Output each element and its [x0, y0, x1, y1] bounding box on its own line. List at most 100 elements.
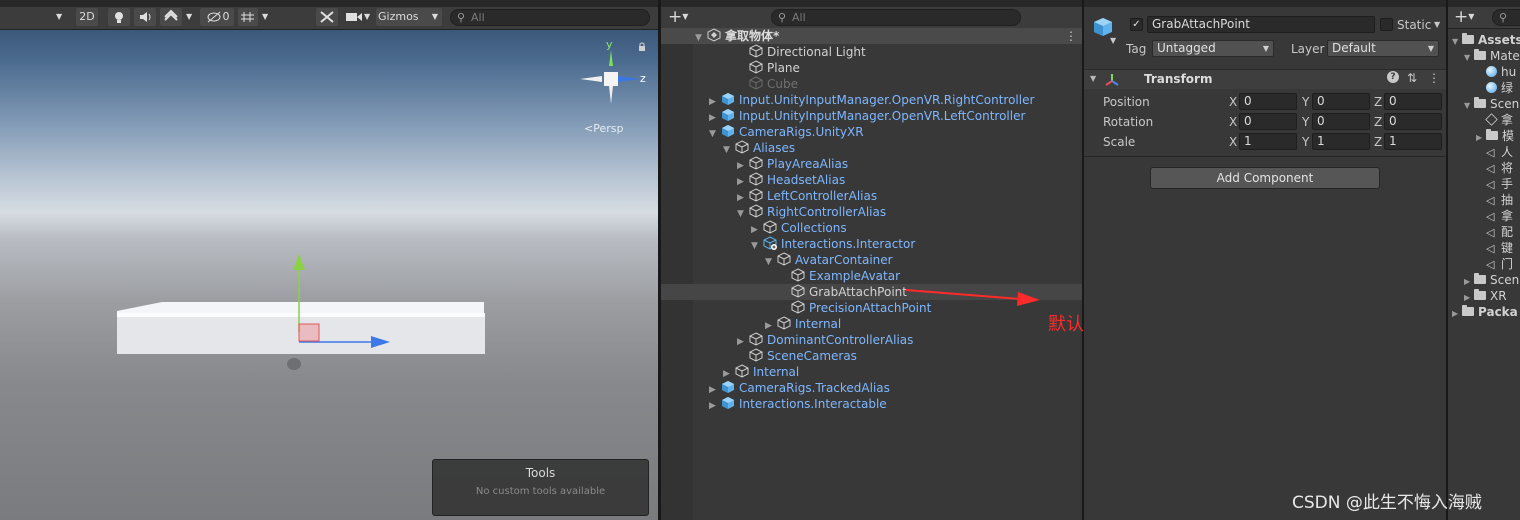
- expand-arrow-icon[interactable]: ▼: [695, 30, 707, 46]
- project-item[interactable]: 拿: [1476, 112, 1513, 128]
- hierarchy-row[interactable]: ▶ Input.UnityInputManager.OpenVR.RightCon…: [709, 92, 1034, 108]
- expand-arrow-down-icon[interactable]: ▼: [709, 126, 721, 142]
- scene-canvas[interactable]: [0, 30, 658, 520]
- gizmo-plane-handle[interactable]: [298, 323, 320, 342]
- layer-dropdown[interactable]: Default ▼: [1327, 40, 1439, 57]
- expand-arrow-down-icon[interactable]: ▼: [751, 238, 763, 254]
- hierarchy-row[interactable]: ▼ CameraRigs.UnityXR: [709, 124, 864, 140]
- effects-caret-icon[interactable]: ▼: [186, 8, 196, 26]
- scene-menu-kebab-icon[interactable]: ⋮: [1065, 29, 1077, 43]
- position-x-field[interactable]: 0: [1239, 93, 1297, 110]
- rotation-z-field[interactable]: 0: [1384, 113, 1442, 130]
- hierarchy-row[interactable]: ▼ RightControllerAlias: [737, 204, 886, 220]
- add-component-button[interactable]: Add Component: [1150, 167, 1380, 189]
- tools-toggle-icon[interactable]: [316, 8, 338, 26]
- active-checkbox[interactable]: ✓: [1130, 18, 1143, 31]
- project-item[interactable]: 绿: [1476, 80, 1513, 96]
- project-item[interactable]: hu: [1476, 64, 1516, 80]
- preset-sliders-icon[interactable]: ⇅: [1407, 71, 1417, 85]
- camera-caret-icon[interactable]: ▼: [364, 8, 374, 26]
- hierarchy-row[interactable]: ▼ AvatarContainer: [765, 252, 893, 268]
- hierarchy-row[interactable]: ▶ LeftControllerAlias: [737, 188, 877, 204]
- hierarchy-row[interactable]: ▼ Aliases: [723, 140, 795, 156]
- scene-view[interactable]: ▼ 2D ▼ 0 ▼ ▼ Gizmos ▼ ⚲ All y z <Persp T…: [0, 0, 658, 520]
- hierarchy-row[interactable]: ExampleAvatar: [779, 268, 900, 284]
- visibility-column[interactable]: [661, 29, 693, 520]
- expand-arrow-down-icon[interactable]: ▼: [723, 142, 735, 158]
- gizmos-dropdown[interactable]: Gizmos ▼: [376, 8, 442, 26]
- project-item[interactable]: ▶ 模: [1476, 128, 1514, 144]
- static-checkbox[interactable]: [1380, 18, 1393, 31]
- hierarchy-search-input[interactable]: ⚲ All: [771, 9, 1021, 26]
- expand-arrow-down-icon[interactable]: ▼: [737, 206, 749, 222]
- rotation-y-field[interactable]: 0: [1312, 113, 1370, 130]
- project-item[interactable]: ◁ 配: [1476, 224, 1513, 240]
- project-item[interactable]: ◁ 门: [1476, 256, 1513, 272]
- hierarchy-row[interactable]: ▶ CameraRigs.TrackedAlias: [709, 380, 890, 396]
- gizmo-y-cone-icon[interactable]: [609, 50, 613, 66]
- lighting-toggle-icon[interactable]: [108, 8, 130, 26]
- scale-z-field[interactable]: 1: [1384, 133, 1442, 150]
- hierarchy-row[interactable]: ▶ Internal: [765, 316, 841, 332]
- project-item[interactable]: ▼ Scen: [1464, 96, 1519, 112]
- gizmo-center-cube[interactable]: [604, 72, 618, 86]
- expand-arrow-down-icon[interactable]: ▼: [1464, 50, 1474, 66]
- project-item[interactable]: ◁ 手: [1476, 176, 1513, 192]
- expand-arrow-down-icon[interactable]: ▼: [1464, 98, 1474, 114]
- project-item[interactable]: ▶ Packa: [1452, 304, 1518, 320]
- project-item[interactable]: ▼ Mate: [1464, 48, 1520, 64]
- scale-x-field[interactable]: 1: [1239, 133, 1297, 150]
- help-icon[interactable]: ?: [1387, 71, 1399, 83]
- orientation-gizmo[interactable]: y z: [574, 38, 648, 112]
- project-item[interactable]: ◁ 抽: [1476, 192, 1513, 208]
- gizmo-neg-y-cone-icon[interactable]: [609, 86, 613, 104]
- audio-toggle-icon[interactable]: [134, 8, 156, 26]
- component-menu-kebab-icon[interactable]: ⋮: [1428, 71, 1440, 85]
- hierarchy-row[interactable]: ▶ Collections: [751, 220, 847, 236]
- gizmo-neg-z-cone-icon[interactable]: [580, 76, 602, 82]
- hierarchy-row[interactable]: Directional Light: [737, 44, 866, 60]
- hierarchy-row[interactable]: ▶ PlayAreaAlias: [737, 156, 848, 172]
- expand-arrow-right-icon[interactable]: ▶: [709, 398, 721, 414]
- hierarchy-row[interactable]: ▶ Input.UnityInputManager.OpenVR.LeftCont…: [709, 108, 1025, 124]
- scale-y-field[interactable]: 1: [1312, 133, 1370, 150]
- position-y-field[interactable]: 0: [1312, 93, 1370, 110]
- hierarchy-row[interactable]: Plane: [737, 60, 800, 76]
- project-item[interactable]: ▶ XR: [1464, 288, 1507, 304]
- transform-component-header[interactable]: ▼ Transform ? ⇅ ⋮: [1084, 69, 1446, 89]
- hierarchy-row[interactable]: ▶ Internal: [723, 364, 799, 380]
- 2d-toggle-button[interactable]: 2D: [76, 8, 98, 26]
- project-item[interactable]: ▶ Scen: [1464, 272, 1519, 288]
- hierarchy-row[interactable]: ▶ HeadsetAlias: [737, 172, 845, 188]
- hierarchy-row[interactable]: Cube: [737, 76, 798, 92]
- hidden-objects-toggle[interactable]: 0: [200, 8, 234, 26]
- camera-icon[interactable]: [344, 8, 364, 26]
- gizmo-z-cone-icon[interactable]: [617, 76, 640, 82]
- object-name-field[interactable]: GrabAttachPoint: [1147, 16, 1375, 33]
- project-item[interactable]: ◁ 人: [1476, 144, 1513, 160]
- project-item[interactable]: ◁ 拿: [1476, 208, 1513, 224]
- expand-arrow-down-icon[interactable]: ▼: [1452, 34, 1462, 50]
- create-plus-icon[interactable]: +▼: [1454, 8, 1474, 26]
- hierarchy-row[interactable]: ▶ DominantControllerAlias: [737, 332, 913, 348]
- scene-search-input[interactable]: ⚲ All: [450, 9, 650, 26]
- scene-root-row[interactable]: ▼ 拿取物体*: [695, 28, 779, 44]
- icon-dropdown-caret-icon[interactable]: ▼: [1110, 36, 1116, 45]
- gizmo-y-axis-arrow-icon[interactable]: [293, 254, 305, 270]
- hierarchy-row[interactable]: SceneCameras: [737, 348, 857, 364]
- grid-toggle-icon[interactable]: [238, 8, 258, 26]
- position-z-field[interactable]: 0: [1384, 93, 1442, 110]
- grid-caret-icon[interactable]: ▼: [262, 8, 272, 26]
- tag-dropdown[interactable]: Untagged ▼: [1152, 40, 1274, 57]
- project-item[interactable]: ◁ 将: [1476, 160, 1513, 176]
- project-item[interactable]: ◁ 键: [1476, 240, 1513, 256]
- hierarchy-row[interactable]: ▶ Interactions.Interactable: [709, 396, 887, 412]
- effects-toggle-icon[interactable]: [160, 8, 182, 26]
- expand-arrow-right-icon[interactable]: ▶: [1452, 306, 1462, 322]
- hierarchy-row[interactable]: ▼ Interactions.Interactor: [751, 236, 915, 252]
- expand-arrow-down-icon[interactable]: ▼: [765, 254, 777, 270]
- shading-dropdown-caret-icon[interactable]: ▼: [56, 8, 68, 26]
- static-caret-icon[interactable]: ▼: [1434, 20, 1440, 29]
- project-search-input[interactable]: ⚲: [1492, 9, 1520, 26]
- hierarchy-row[interactable]: GrabAttachPoint: [779, 284, 907, 300]
